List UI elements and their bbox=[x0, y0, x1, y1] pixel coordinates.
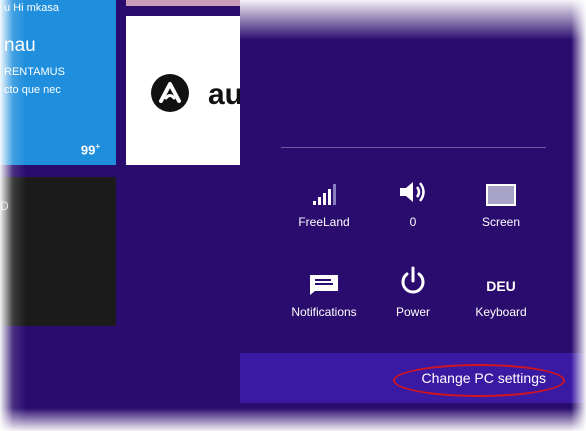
notifications-label: Notifications bbox=[291, 305, 357, 319]
keyboard-icon: DEU bbox=[453, 266, 549, 296]
power-icon bbox=[365, 266, 461, 296]
power-label: Power bbox=[395, 305, 430, 319]
audible-tile[interactable]: au bbox=[126, 16, 244, 165]
change-pc-settings-link[interactable]: Change PC settings bbox=[421, 370, 546, 386]
windows-screen: u Hi mkasa nau RENTAMUS cto que nec 99+ … bbox=[0, 0, 586, 431]
screen-icon bbox=[453, 176, 549, 206]
notifications-icon bbox=[276, 266, 372, 296]
mail-unread-count: 99+ bbox=[81, 142, 100, 157]
bottom-edge-fade bbox=[0, 408, 586, 431]
settings-charm-panel: FreeLand 0 Screen Notifications Power DE… bbox=[240, 0, 586, 431]
speaker-icon bbox=[365, 176, 461, 206]
right-edge-fade bbox=[571, 0, 586, 431]
mail-unread-count-value: 99 bbox=[80, 142, 96, 157]
network-button[interactable]: FreeLand bbox=[276, 176, 372, 229]
power-button[interactable]: Power bbox=[365, 266, 461, 319]
settings-divider bbox=[281, 147, 546, 148]
change-pc-settings-bar[interactable]: Change PC settings bbox=[240, 353, 586, 403]
tile-strip bbox=[126, 0, 240, 6]
top-edge-fade bbox=[240, 0, 586, 40]
network-label: FreeLand bbox=[298, 215, 350, 229]
notifications-button[interactable]: Notifications bbox=[276, 266, 372, 319]
brightness-button[interactable]: Screen bbox=[453, 176, 549, 229]
wifi-signal-icon bbox=[276, 176, 372, 206]
keyboard-layout-code: DEU bbox=[486, 278, 516, 294]
audible-brand-text: au bbox=[208, 78, 244, 111]
audible-logo-icon bbox=[151, 74, 189, 112]
keyboard-label: Keyboard bbox=[475, 305, 527, 319]
start-screen: u Hi mkasa nau RENTAMUS cto que nec 99+ … bbox=[0, 0, 244, 431]
edge-fade bbox=[0, 0, 26, 431]
volume-button[interactable]: 0 bbox=[365, 176, 461, 229]
mail-unread-count-suffix: + bbox=[95, 141, 100, 151]
keyboard-button[interactable]: DEU Keyboard bbox=[453, 266, 549, 319]
volume-label: 0 bbox=[409, 215, 417, 229]
brightness-label: Screen bbox=[481, 215, 521, 229]
